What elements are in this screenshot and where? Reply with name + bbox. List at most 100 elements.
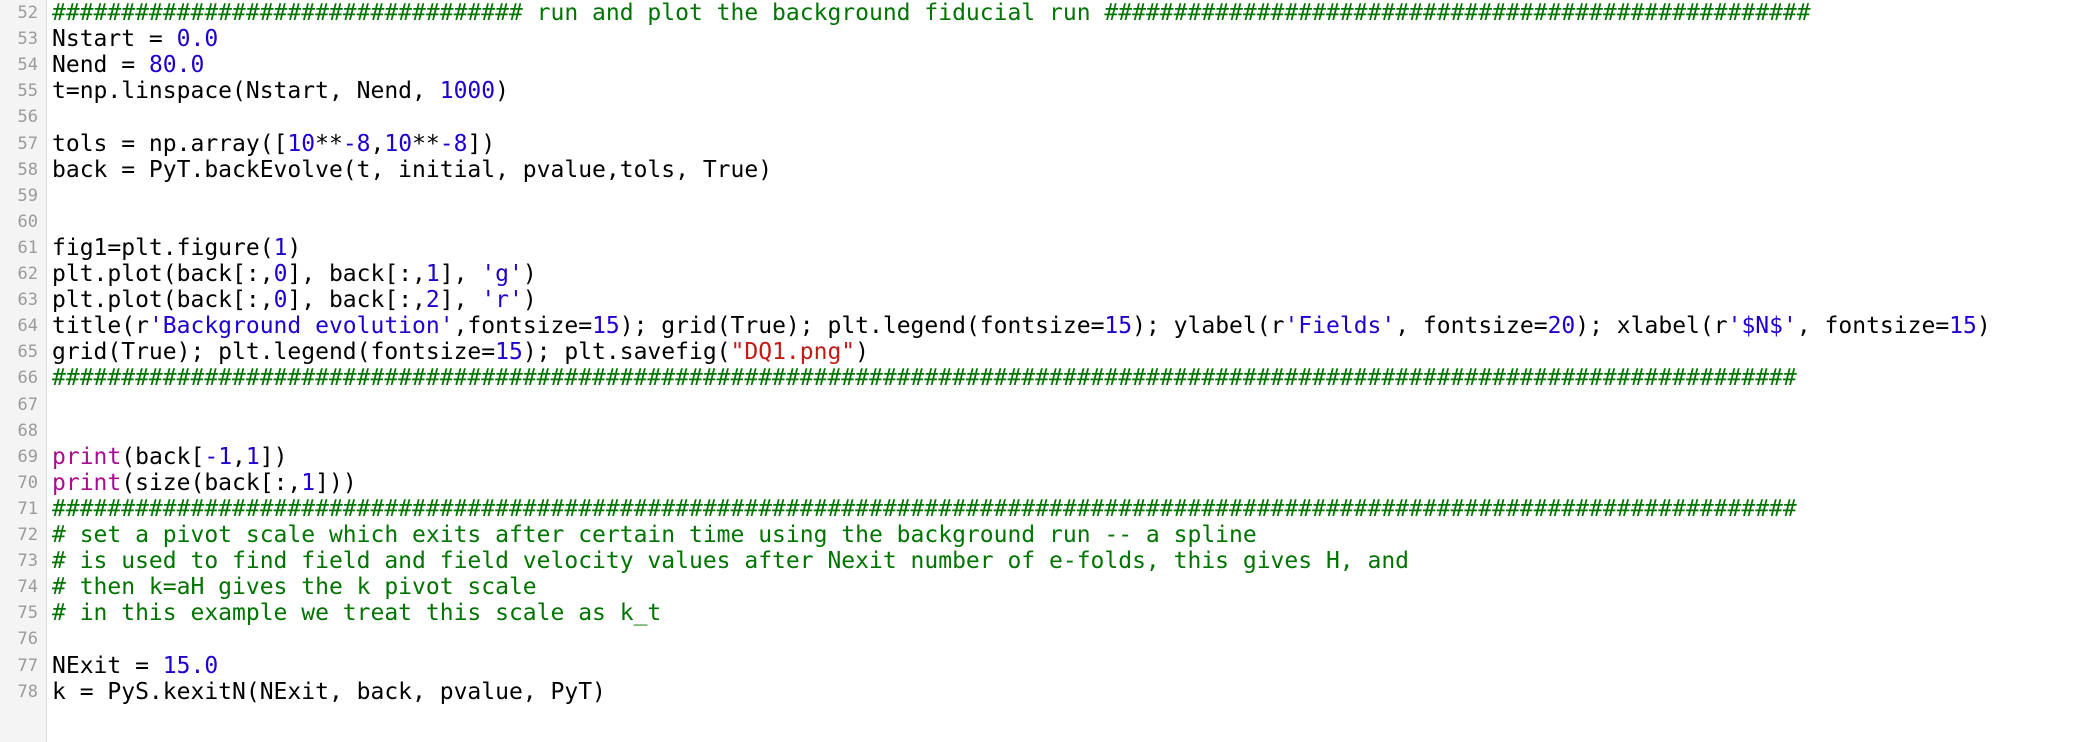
code-literal: 80.0	[148, 52, 205, 79]
line-number: 69	[17, 446, 38, 467]
code-token: plt.plot(back[:,	[52, 287, 274, 314]
line-number: 56	[17, 107, 38, 128]
code-string: "DQ1.png"	[730, 339, 856, 366]
code-text[interactable]: plt.plot(back[:,0], back[:,1], 'g')	[52, 261, 537, 287]
code-line[interactable]: 56	[0, 104, 2084, 130]
code-text[interactable]: plt.plot(back[:,0], back[:,2], 'r')	[52, 287, 537, 313]
code-line[interactable]: 53 Nstart = 0.0	[0, 26, 2084, 52]
code-comment: # in this example we treat this scale as…	[52, 600, 662, 627]
code-comment: # is used to find field and field veloci…	[52, 548, 1410, 575]
code-token: **	[315, 130, 343, 157]
code-literal: 2	[425, 287, 440, 314]
code-line[interactable]: 62 plt.plot(back[:,0], back[:,1], 'g')	[0, 261, 2084, 287]
code-line[interactable]: 64 title(r'Background evolution',fontsize…	[0, 313, 2084, 339]
code-keyword: print	[52, 469, 122, 496]
code-text[interactable]: title(r'Background evolution',fontsize=1…	[52, 313, 1991, 339]
code-text[interactable]: t=np.linspace(Nstart, Nend, 1000)	[52, 78, 509, 104]
line-number: 57	[17, 133, 38, 154]
code-text[interactable]: print(back[-1,1])	[52, 444, 287, 470]
code-token: ,	[370, 130, 385, 157]
code-token: ], back[:,	[287, 261, 426, 287]
line-number: 75	[17, 603, 38, 624]
code-token: (size(back[:,	[121, 469, 302, 496]
line-number: 58	[17, 159, 38, 180]
line-number: 68	[17, 420, 38, 441]
code-line[interactable]: 67	[0, 392, 2084, 418]
code-line[interactable]: 65 grid(True); plt.legend(fontsize=15); p…	[0, 339, 2084, 365]
code-text[interactable]: Nstart = 0.0	[52, 26, 218, 52]
code-comment: ################################## run a…	[52, 0, 1811, 26]
code-token: back = PyT.backEvolve(t, initial, pvalue…	[52, 156, 773, 183]
code-line[interactable]: 74 # then k=aH gives the k pivot scale	[0, 574, 2084, 600]
code-line[interactable]: 68	[0, 418, 2084, 444]
code-text[interactable]: fig1=plt.figure(1)	[52, 235, 301, 261]
code-text[interactable]: ################################## run a…	[52, 0, 1811, 26]
code-comment: ########################################…	[52, 495, 1797, 522]
line-number: 71	[17, 498, 38, 519]
code-token: , fontsize=	[1395, 313, 1548, 340]
code-line[interactable]: 57 tols = np.array([10**-8,10**-8])	[0, 131, 2084, 157]
line-number: 60	[17, 211, 38, 232]
code-editor[interactable]: 52 ################################## run…	[0, 0, 2084, 742]
code-token: ])	[467, 130, 496, 157]
line-number: 54	[17, 55, 38, 76]
code-text[interactable]: NExit = 15.0	[52, 653, 218, 679]
code-token: ); plt.savefig(	[522, 339, 731, 366]
code-line[interactable]: 60	[0, 209, 2084, 235]
code-text[interactable]: # is used to find field and field veloci…	[52, 548, 1409, 574]
code-token: tols = np.array([	[52, 130, 288, 157]
code-text[interactable]: k = PyS.kexitN(NExit, back, pvalue, PyT)	[52, 679, 606, 705]
code-text[interactable]: # then k=aH gives the k pivot scale	[52, 574, 537, 600]
code-literal: 15	[495, 339, 523, 366]
code-line[interactable]: 78 k = PyS.kexitN(NExit, back, pvalue, Py…	[0, 679, 2084, 705]
line-number: 76	[17, 629, 38, 650]
code-text[interactable]: grid(True); plt.legend(fontsize=15); plt…	[52, 339, 869, 365]
code-line[interactable]: 63 plt.plot(back[:,0], back[:,2], 'r')	[0, 287, 2084, 313]
line-number: 74	[17, 577, 38, 598]
code-token: t=np.linspace(Nstart, Nend,	[52, 78, 440, 105]
code-line[interactable]: 72 # set a pivot scale which exits after …	[0, 522, 2084, 548]
code-line[interactable]: 55 t=np.linspace(Nstart, Nend, 1000)	[0, 78, 2084, 104]
code-line[interactable]: 52 ################################## run…	[0, 0, 2084, 26]
code-text[interactable]: print(size(back[:,1]))	[52, 470, 357, 496]
code-line[interactable]: 66 ######################################…	[0, 365, 2084, 391]
code-literal: -8	[439, 130, 468, 157]
line-number: 52	[17, 3, 38, 23]
code-line[interactable]: 59	[0, 183, 2084, 209]
code-token: )	[522, 261, 537, 287]
code-token: ,	[232, 443, 246, 470]
code-line[interactable]: 58 back = PyT.backEvolve(t, initial, pval…	[0, 157, 2084, 183]
code-text[interactable]: ########################################…	[52, 365, 1797, 391]
code-text[interactable]: ########################################…	[52, 496, 1797, 522]
code-literal: 1	[425, 261, 440, 287]
code-literal: 1	[301, 469, 316, 496]
code-line[interactable]: 70 print(size(back[:,1]))	[0, 470, 2084, 496]
code-text[interactable]: tols = np.array([10**-8,10**-8])	[52, 131, 495, 157]
line-number: 70	[17, 472, 38, 493]
code-text[interactable]: Nend = 80.0	[52, 52, 204, 78]
code-line[interactable]: 54 Nend = 80.0	[0, 52, 2084, 78]
code-token: fig1=plt.figure(	[52, 234, 274, 261]
code-line[interactable]: 61 fig1=plt.figure(1)	[0, 235, 2084, 261]
line-number: 73	[17, 551, 38, 572]
code-text[interactable]: # set a pivot scale which exits after ce…	[52, 522, 1257, 548]
code-text[interactable]: back = PyT.backEvolve(t, initial, pvalue…	[52, 157, 772, 183]
code-literal: 0.0	[176, 26, 219, 53]
code-line[interactable]: 76	[0, 626, 2084, 652]
code-literal: '$N$'	[1727, 313, 1797, 340]
code-line[interactable]: 77 NExit = 15.0	[0, 653, 2084, 679]
code-literal: 15	[1949, 313, 1977, 340]
code-line[interactable]: 71 ######################################…	[0, 496, 2084, 522]
code-token: ],	[439, 287, 482, 314]
code-literal: -1	[204, 443, 233, 470]
code-line[interactable]: 69 print(back[-1,1])	[0, 444, 2084, 470]
code-comment: # set a pivot scale which exits after ce…	[52, 522, 1257, 548]
code-text[interactable]: # in this example we treat this scale as…	[52, 600, 661, 626]
code-token: )	[1976, 313, 1991, 340]
code-literal: 15	[592, 313, 620, 340]
code-literal: 20	[1547, 313, 1576, 340]
code-line[interactable]: 73 # is used to find field and field velo…	[0, 548, 2084, 574]
code-line[interactable]: 75 # in this example we treat this scale …	[0, 600, 2084, 626]
line-number: 78	[17, 681, 38, 702]
code-literal: 1	[245, 443, 260, 470]
